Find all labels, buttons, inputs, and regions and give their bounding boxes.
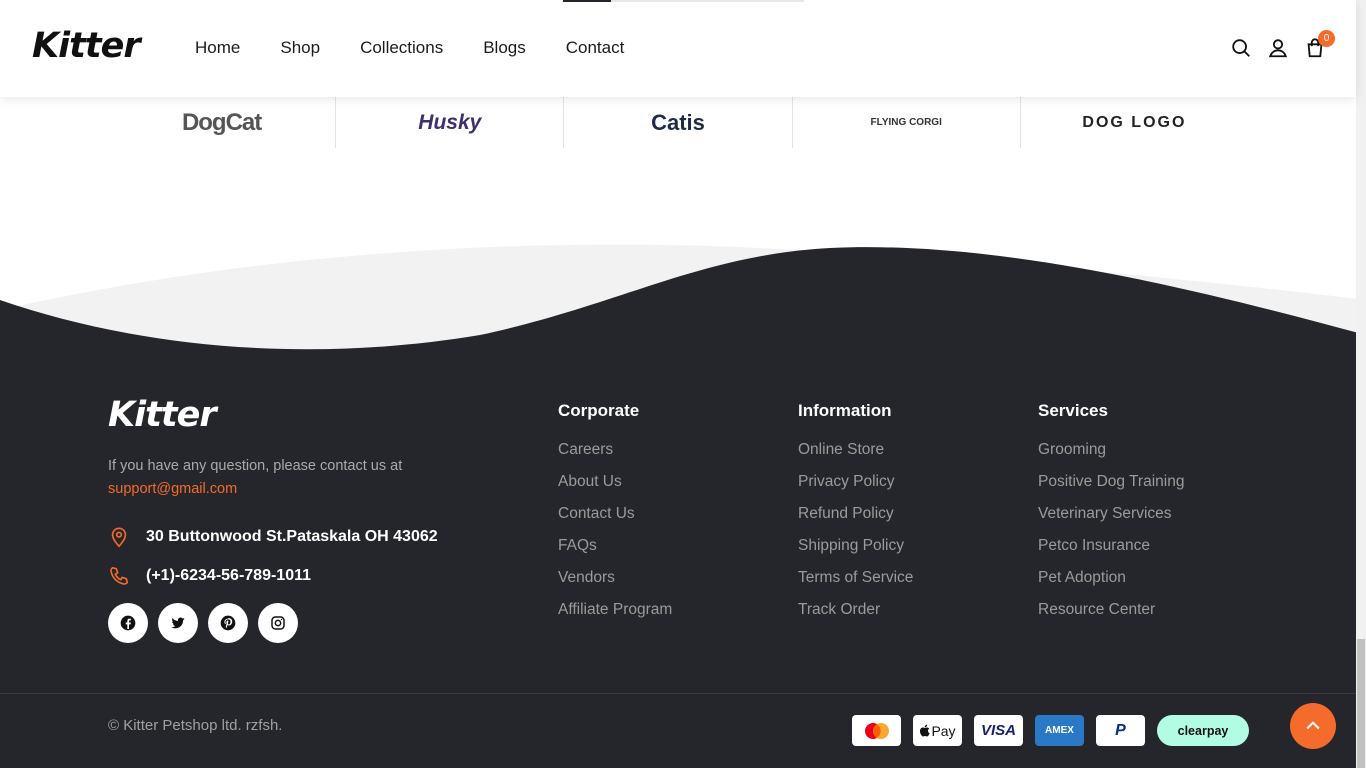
footer-link-veterinary-services[interactable]: Veterinary Services: [1038, 504, 1184, 536]
footer-link-shipping-policy[interactable]: Shipping Policy: [798, 536, 913, 568]
search-icon[interactable]: [1230, 37, 1252, 59]
footer-link-pet-adoption[interactable]: Pet Adoption: [1038, 568, 1184, 600]
chevron-up-icon: [1306, 721, 1320, 730]
footer-address: 30 Buttonwood St.Pataskala OH 43062: [108, 526, 438, 548]
user-icon[interactable]: [1267, 37, 1289, 59]
paypal-icon: P: [1096, 715, 1145, 746]
amex-icon: AMEX: [1035, 715, 1084, 746]
footer-link-vendors[interactable]: Vendors: [558, 568, 672, 600]
brand-name: Catis: [651, 109, 705, 135]
footer-col-services: Services Grooming Positive Dog Training …: [1038, 401, 1184, 632]
footer-divider: [0, 693, 1366, 694]
nav-home[interactable]: Home: [195, 38, 240, 58]
footer-link-online-store[interactable]: Online Store: [798, 440, 913, 472]
brand-name: FLYING CORGI: [870, 117, 942, 128]
brand-name: Husky: [418, 110, 482, 134]
footer-link-petco-insurance[interactable]: Petco Insurance: [1038, 536, 1184, 568]
brand-logo-flying-corgi[interactable]: FLYING CORGI: [793, 97, 1021, 148]
footer-link-careers[interactable]: Careers: [558, 440, 672, 472]
footer-link-positive-dog-training[interactable]: Positive Dog Training: [1038, 472, 1184, 504]
facebook-icon[interactable]: [108, 603, 148, 643]
footer-link-track-order[interactable]: Track Order: [798, 600, 913, 632]
site-logo[interactable]: Kitter: [32, 26, 141, 66]
nav-collections[interactable]: Collections: [360, 38, 443, 58]
scrollbar-thumb[interactable]: [1357, 639, 1365, 768]
footer-email-link[interactable]: support@gmail.com: [108, 481, 237, 497]
footer-link-contact-us[interactable]: Contact Us: [558, 504, 672, 536]
apple-pay-icon: Pay: [913, 715, 962, 746]
footer-col-title: Information: [798, 401, 892, 420]
phone-text[interactable]: (+1)-6234-56-789-1011: [146, 567, 311, 585]
footer-logo[interactable]: Kitter: [108, 395, 217, 435]
location-pin-icon: [111, 527, 127, 548]
cart-count-badge: 0: [1318, 30, 1335, 47]
brand-logo-husky[interactable]: Husky: [336, 97, 565, 148]
social-links: [108, 603, 298, 643]
payment-methods: Pay VISA AMEX P clearpay: [852, 715, 1249, 746]
footer-link-faqs[interactable]: FAQs: [558, 536, 672, 568]
brand-logo-catis[interactable]: Catis: [564, 97, 793, 148]
brand-name: DOG LOGO: [1082, 113, 1187, 131]
apple-pay-label: Pay: [931, 722, 956, 739]
phone-icon: [110, 566, 129, 585]
footer-col-title: Corporate: [558, 401, 640, 420]
nav-contact[interactable]: Contact: [566, 38, 625, 58]
footer-contact-text: If you have any question, please contact…: [108, 458, 403, 474]
back-to-top-button[interactable]: [1290, 703, 1336, 749]
main-nav: Home Shop Collections Blogs Contact: [195, 38, 624, 58]
footer-phone: (+1)-6234-56-789-1011: [108, 565, 311, 587]
brand-logos-strip: DogCat Husky Catis FLYING CORGI DOG LOGO: [108, 97, 1248, 148]
footer-link-affiliate-program[interactable]: Affiliate Program: [558, 600, 672, 632]
footer-col-information: Information Online Store Privacy Policy …: [798, 401, 913, 632]
mastercard-icon: [852, 715, 901, 746]
brand-logo-dogcat[interactable]: DogCat: [108, 97, 337, 148]
brand-name: DogCat: [181, 108, 262, 136]
instagram-icon[interactable]: [258, 603, 298, 643]
clearpay-icon: clearpay: [1157, 715, 1249, 746]
footer-link-about-us[interactable]: About Us: [558, 472, 672, 504]
footer-link-resource-center[interactable]: Resource Center: [1038, 600, 1184, 632]
nav-blogs[interactable]: Blogs: [483, 38, 526, 58]
footer-link-terms-of-service[interactable]: Terms of Service: [798, 568, 913, 600]
footer-link-privacy-policy[interactable]: Privacy Policy: [798, 472, 913, 504]
copyright-text: © Kitter Petshop ltd. rzfsh.: [108, 717, 283, 734]
page-scrollbar[interactable]: [1356, 0, 1366, 768]
visa-icon: VISA: [974, 715, 1023, 746]
site-header: Kitter Home Shop Collections Blogs Conta…: [0, 0, 1356, 97]
footer-link-grooming[interactable]: Grooming: [1038, 440, 1184, 472]
footer-col-title: Services: [1038, 401, 1108, 420]
header-progress-bar: [563, 0, 804, 2]
nav-shop[interactable]: Shop: [280, 38, 320, 58]
pinterest-icon[interactable]: [208, 603, 248, 643]
address-text: 30 Buttonwood St.Pataskala OH 43062: [146, 528, 438, 545]
footer-link-refund-policy[interactable]: Refund Policy: [798, 504, 913, 536]
footer-col-corporate: Corporate Careers About Us Contact Us FA…: [558, 401, 672, 632]
twitter-icon[interactable]: [158, 603, 198, 643]
footer-wave: [0, 244, 1366, 360]
brand-logo-dog-logo[interactable]: DOG LOGO: [1021, 97, 1248, 148]
